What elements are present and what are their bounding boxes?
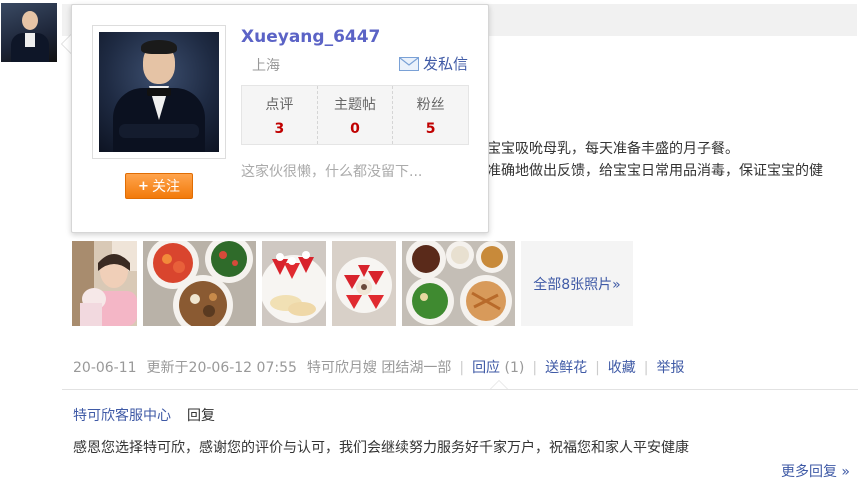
reply-link[interactable]: 回应 xyxy=(472,357,500,377)
card-city: 上海 xyxy=(252,58,280,74)
review-photo-dishes[interactable] xyxy=(143,241,256,326)
photo-arms-shape xyxy=(119,124,199,138)
review-text-line-1: 宝宝吸吮母乳，每天准备丰盛的月子餐。 xyxy=(487,141,739,157)
card-username[interactable]: Xueyang_6447 xyxy=(241,27,380,47)
mail-icon xyxy=(399,56,419,71)
card-pointer-arrow xyxy=(61,34,71,54)
shop-name: 特可欣月嫂 团结湖一部 xyxy=(306,360,452,376)
stat-topics[interactable]: 主题帖 0 xyxy=(318,86,394,144)
all-photos-link[interactable]: 全部8张照片» xyxy=(521,241,633,326)
photo-hair-shape xyxy=(141,40,177,54)
review-photo-fruit-plate[interactable] xyxy=(332,241,396,326)
follow-label: 关注 xyxy=(151,179,180,195)
meta-separator: | xyxy=(595,360,600,376)
meta-separator: | xyxy=(459,360,465,376)
review-photo-strawberries-bread[interactable] xyxy=(262,241,326,326)
reply-divider xyxy=(62,389,858,390)
send-message-link[interactable]: 发私信 xyxy=(399,53,468,74)
user-avatar[interactable] xyxy=(1,3,57,62)
send-message-label: 发私信 xyxy=(423,55,469,73)
review-meta-bar: 20-06-11 更新于20-06-12 07:55 特可欣月嫂 团结湖一部 | 回应 … xyxy=(73,357,685,377)
reply-header: 特可欣客服中心 回复 xyxy=(73,405,215,425)
stat-value: 0 xyxy=(350,120,360,137)
reply-label: 回复 xyxy=(187,408,215,424)
review-photo-mother-baby[interactable] xyxy=(72,241,137,326)
collect-link[interactable]: 收藏 xyxy=(608,357,636,377)
review-updated-time: 更新于20-06-12 07:55 xyxy=(146,360,297,376)
card-user-photo[interactable] xyxy=(92,25,226,159)
reply-pointer-arrow xyxy=(490,380,508,389)
more-replies-link[interactable]: 更多回复 » xyxy=(781,461,850,481)
stat-fans[interactable]: 粉丝 5 xyxy=(393,86,468,144)
avatar-shirt-shape xyxy=(25,33,35,47)
meta-separator: | xyxy=(643,360,649,376)
review-date: 20-06-11 xyxy=(73,360,137,376)
follow-button[interactable]: + 关注 xyxy=(125,173,193,199)
review-text-line-2: 准确地做出反馈，给宝宝日常用品消毒，保证宝宝的健 xyxy=(487,163,823,179)
stat-label: 主题帖 xyxy=(334,96,376,113)
reply-count: (1) xyxy=(504,360,525,376)
avatar-face-shape xyxy=(22,11,38,30)
reply-author-link[interactable]: 特可欣客服中心 xyxy=(73,408,171,424)
card-bio: 这家伙很懒，什么都没留下... xyxy=(241,164,423,180)
review-photo-meal-set[interactable] xyxy=(402,241,515,326)
card-photo-image xyxy=(99,32,219,152)
stat-value: 3 xyxy=(274,120,285,137)
reply-text: 感恩您选择特可欣，感谢您的评价与认可，我们会继续努力服务好千家万户，祝福您和家人… xyxy=(73,440,689,456)
user-info-card: + 关注 Xueyang_6447 上海 发私信 点评 3 主题帖 0 粉丝 5 … xyxy=(71,4,489,233)
stat-label: 粉丝 xyxy=(416,96,445,113)
report-link[interactable]: 举报 xyxy=(657,357,685,377)
plus-icon: + xyxy=(138,178,149,194)
photo-bowtie-shape xyxy=(147,88,171,96)
send-flower-link[interactable]: 送鲜花 xyxy=(545,357,587,377)
meta-separator: | xyxy=(532,360,538,376)
stat-reviews[interactable]: 点评 3 xyxy=(242,86,318,144)
stat-value: 5 xyxy=(425,120,436,137)
stat-label: 点评 xyxy=(265,96,294,113)
card-stats: 点评 3 主题帖 0 粉丝 5 xyxy=(241,85,469,145)
